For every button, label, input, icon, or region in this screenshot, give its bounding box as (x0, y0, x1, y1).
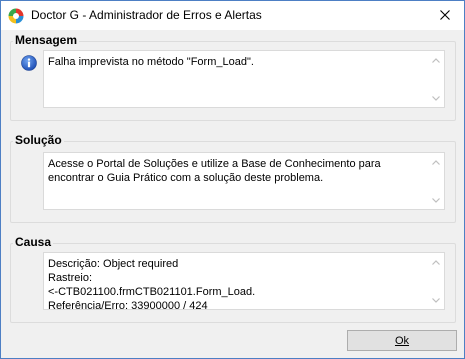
causa-group-label: Causa (13, 235, 54, 250)
mensagem-textbox[interactable]: Falha imprevista no método "Form_Load". (43, 50, 445, 108)
scroll-up-arrow[interactable] (428, 52, 444, 68)
scroll-up-arrow[interactable] (428, 154, 444, 170)
chevron-down-icon (432, 95, 440, 101)
causa-text: Descrição: Object required Rastreio: <-C… (48, 258, 256, 310)
scroll-down-arrow[interactable] (428, 192, 444, 208)
causa-textbox[interactable]: Descrição: Object required Rastreio: <-C… (43, 252, 445, 310)
app-logo-icon (8, 8, 24, 24)
chevron-down-icon (432, 297, 440, 303)
mensagem-text: Falha imprevista no método "Form_Load". (48, 56, 254, 68)
chevron-up-icon (432, 57, 440, 63)
solucao-text: Acesse o Portal de Soluções e utilize a … (48, 158, 384, 184)
window-title: Doctor G - Administrador de Erros e Aler… (31, 8, 262, 22)
solucao-group-label: Solução (13, 133, 64, 148)
causa-scrollbar[interactable] (428, 253, 444, 309)
mensagem-scrollbar[interactable] (428, 51, 444, 107)
scroll-down-arrow[interactable] (428, 292, 444, 308)
chevron-up-icon (432, 159, 440, 165)
solucao-scrollbar[interactable] (428, 153, 444, 209)
solucao-textbox[interactable]: Acesse o Portal de Soluções e utilize a … (43, 152, 445, 210)
dialog-window: Doctor G - Administrador de Erros e Aler… (0, 0, 465, 359)
mensagem-group-label: Mensagem (13, 33, 80, 48)
close-button[interactable] (432, 4, 458, 26)
chevron-up-icon (432, 259, 440, 265)
scroll-down-arrow[interactable] (428, 90, 444, 106)
title-bar[interactable]: Doctor G - Administrador de Erros e Aler… (1, 1, 464, 30)
info-icon (21, 55, 37, 71)
chevron-down-icon (432, 197, 440, 203)
ok-button-label: Ok (394, 334, 410, 347)
ok-button[interactable]: Ok (347, 330, 457, 351)
scroll-up-arrow[interactable] (428, 254, 444, 270)
close-icon (440, 10, 450, 20)
